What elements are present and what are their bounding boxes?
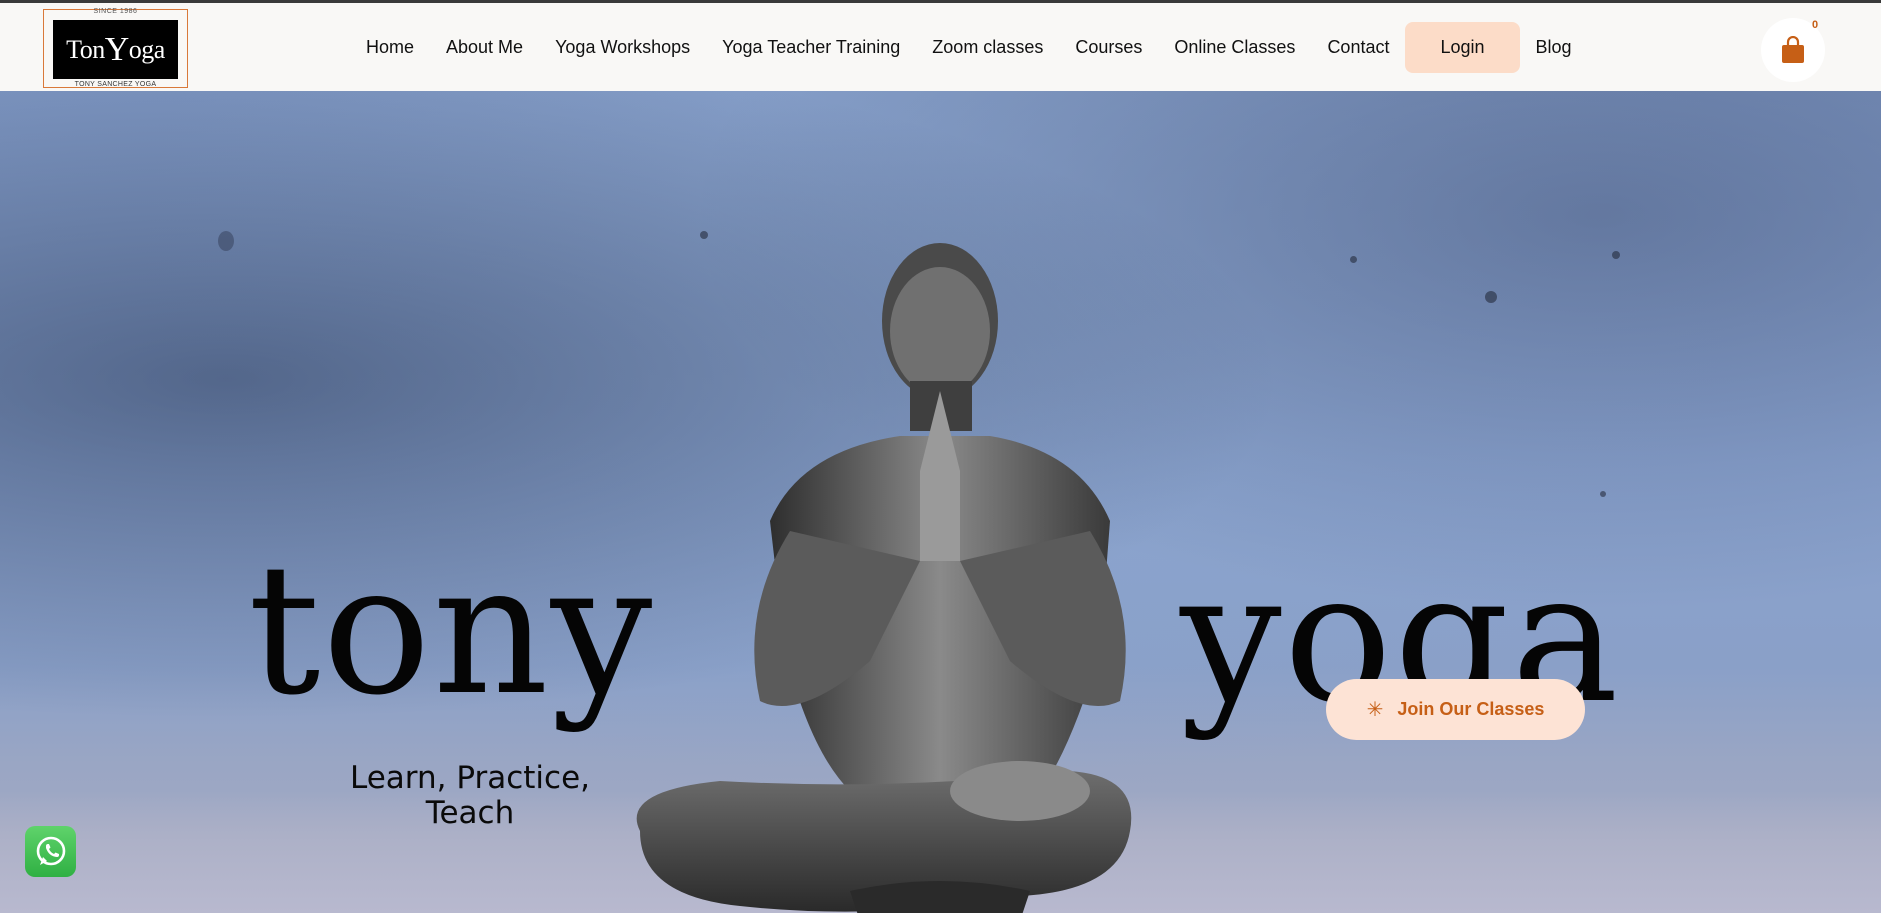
join-button-label: Join Our Classes — [1397, 699, 1545, 719]
site-logo[interactable]: SINCE 1986 Ton Yoga TONY SANCHEZ YOGA — [43, 8, 188, 88]
hero-tagline: Learn, Practice, Teach — [330, 761, 610, 831]
wall-texture-spot — [1485, 291, 1497, 303]
logo-subtitle: TONY SANCHEZ YOGA — [74, 81, 157, 88]
site-header: SINCE 1986 Ton Yoga TONY SANCHEZ YOGA Hom… — [0, 3, 1881, 91]
tagline-line-2: Teach — [425, 795, 515, 831]
wall-texture-spot — [1350, 256, 1357, 263]
join-our-classes-button[interactable]: ✳ Join Our Classes — [1326, 679, 1585, 740]
wall-texture-spot — [218, 231, 234, 251]
wall-texture-spot — [1612, 251, 1620, 259]
whatsapp-button[interactable] — [25, 826, 76, 877]
logo-since-text: SINCE 1986 — [93, 8, 138, 15]
login-button[interactable]: Login — [1405, 21, 1520, 73]
hero-title-left: tony — [248, 526, 655, 735]
nav-courses[interactable]: Courses — [1075, 37, 1142, 58]
logo-wordmark: Ton Yoga — [53, 20, 178, 79]
tagline-line-1: Learn, Practice, — [349, 760, 591, 796]
nav-zoom-classes[interactable]: Zoom classes — [932, 37, 1043, 58]
nav-blog[interactable]: Blog — [1536, 37, 1572, 58]
nav-contact[interactable]: Contact — [1327, 37, 1389, 58]
hero-section: tony yoga Learn, Practice, Teach — [0, 91, 1881, 913]
nav-online-classes[interactable]: Online Classes — [1174, 37, 1295, 58]
whatsapp-icon — [36, 836, 65, 865]
cart-count-badge: 0 — [1812, 19, 1819, 31]
nav-yoga-teacher-training[interactable]: Yoga Teacher Training — [722, 37, 900, 58]
nav-about-me[interactable]: About Me — [446, 37, 523, 58]
wall-texture-spot — [1600, 491, 1606, 497]
nav-yoga-workshops[interactable]: Yoga Workshops — [555, 37, 690, 58]
yogi-figure-image — [636, 243, 1132, 913]
sparkle-icon: ✳ — [1366, 699, 1384, 721]
nav-home[interactable]: Home — [366, 37, 414, 58]
main-nav: Home About Me Yoga Workshops Yoga Teache… — [350, 21, 1588, 73]
shopping-bag-icon — [1782, 36, 1804, 63]
